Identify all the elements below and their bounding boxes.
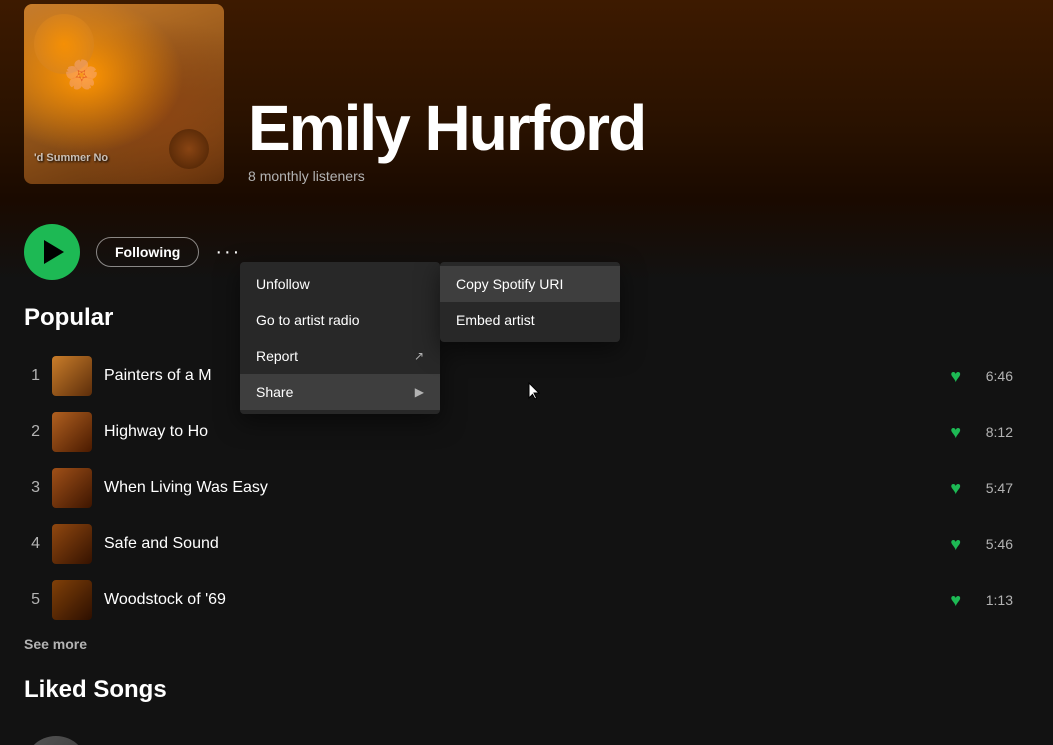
liked-songs-section: 👤 You've liked 10 songs	[24, 720, 1029, 745]
submenu-arrow-icon: ▶	[415, 385, 424, 399]
track-item[interactable]: 3 When Living Was Easy ♥ 5:47	[24, 460, 1029, 516]
context-menu-report[interactable]: Report ↗	[240, 338, 440, 374]
artist-name: Emily Hurford	[248, 96, 1029, 160]
track-liked-icon[interactable]: ♥	[950, 478, 961, 499]
context-menu: Unfollow Go to artist radio Report ↗ Sha…	[240, 262, 440, 414]
track-number: 3	[24, 479, 40, 497]
context-menu-unfollow[interactable]: Unfollow	[240, 266, 440, 302]
track-number: 4	[24, 535, 40, 553]
track-thumbnail	[52, 412, 92, 452]
listener-count: 8	[248, 168, 256, 184]
track-name: Highway to Ho	[104, 423, 938, 441]
liked-songs-thumbnail: 👤	[24, 736, 88, 745]
track-number: 1	[24, 367, 40, 385]
track-liked-icon[interactable]: ♥	[950, 590, 961, 611]
track-duration: 1:13	[973, 592, 1013, 608]
track-thumbnail	[52, 580, 92, 620]
track-name: Safe and Sound	[104, 535, 938, 553]
external-link-icon: ↗	[414, 349, 424, 363]
track-duration: 5:46	[973, 536, 1013, 552]
cover-text: 'd Summer No	[34, 152, 214, 164]
copy-spotify-uri-button[interactable]: Copy Spotify URI	[440, 266, 620, 302]
track-item[interactable]: 1 Painters of a M ♥ 6:46	[24, 348, 1029, 404]
track-duration: 8:12	[973, 424, 1013, 440]
track-thumbnail	[52, 524, 92, 564]
artist-header: 🌸 'd Summer No Emily Hurford 8 monthly l…	[0, 0, 1053, 200]
track-item[interactable]: 4 Safe and Sound ♥ 5:46	[24, 516, 1029, 572]
track-liked-icon[interactable]: ♥	[950, 366, 961, 387]
embed-artist-button[interactable]: Embed artist	[440, 302, 620, 338]
context-menu-share[interactable]: Share ▶	[240, 374, 440, 410]
monthly-listeners: 8 monthly listeners	[248, 168, 1029, 184]
track-duration: 6:46	[973, 368, 1013, 384]
more-options-button[interactable]: ···	[215, 241, 241, 264]
track-list: 1 Painters of a M ♥ 6:46 2 Highway to Ho…	[24, 348, 1029, 628]
track-item[interactable]: 2 Highway to Ho ♥ 8:12	[24, 404, 1029, 460]
track-thumbnail	[52, 468, 92, 508]
track-name: Painters of a M	[104, 367, 938, 385]
following-button[interactable]: Following	[96, 237, 199, 267]
play-icon	[44, 240, 64, 264]
track-name: When Living Was Easy	[104, 479, 938, 497]
track-thumbnail	[52, 356, 92, 396]
track-liked-icon[interactable]: ♥	[950, 534, 961, 555]
artist-info: Emily Hurford 8 monthly listeners	[248, 96, 1029, 184]
play-button[interactable]	[24, 224, 80, 280]
listener-label: monthly listeners	[260, 168, 365, 184]
track-liked-icon[interactable]: ♥	[950, 422, 961, 443]
track-number: 5	[24, 591, 40, 609]
see-more-button[interactable]: See more	[24, 636, 87, 652]
track-duration: 5:47	[973, 480, 1013, 496]
share-submenu: Copy Spotify URI Embed artist	[440, 262, 620, 342]
artist-cover-image: 🌸 'd Summer No	[24, 4, 224, 184]
track-number: 2	[24, 423, 40, 441]
track-name: Woodstock of '69	[104, 591, 938, 609]
track-item[interactable]: 5 Woodstock of '69 ♥ 1:13	[24, 572, 1029, 628]
liked-songs-section-title: Liked Songs	[24, 676, 1029, 704]
context-menu-artist-radio[interactable]: Go to artist radio	[240, 302, 440, 338]
